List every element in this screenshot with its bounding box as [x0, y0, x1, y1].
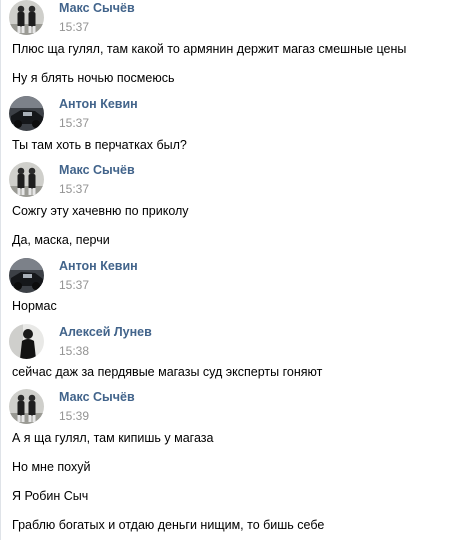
avatar[interactable]: [9, 0, 44, 35]
message-text: Граблю богатых и отдаю деньги нищим, то …: [12, 518, 325, 532]
user-photo-icon: [9, 96, 44, 131]
author-name[interactable]: Макс Сычёв: [59, 390, 135, 404]
user-photo-icon: [9, 0, 44, 35]
message-header: Макс Сычёв 15:39: [0, 389, 474, 429]
message-text: Сожгу эту хачевню по приколу: [12, 204, 189, 218]
message-text: Да, маска, перчи: [12, 233, 110, 247]
chat-history: Макс Сычёв 15:37 Плюс ща гулял, там како…: [0, 0, 474, 540]
user-photo-icon: [9, 324, 44, 359]
message-text: Ну я блять ночью посмеюсь: [12, 71, 175, 85]
user-photo-icon: [9, 389, 44, 424]
message-time[interactable]: 15:39: [59, 409, 89, 423]
author-name[interactable]: Макс Сычёв: [59, 163, 135, 177]
avatar[interactable]: [9, 162, 44, 197]
author-name[interactable]: Алексей Лунев: [59, 325, 152, 339]
author-name[interactable]: Антон Кевин: [59, 97, 138, 111]
message-time[interactable]: 15:37: [59, 116, 89, 130]
avatar[interactable]: [9, 258, 44, 293]
message-text: Ты там хоть в перчатках был?: [12, 138, 187, 152]
message-time[interactable]: 15:37: [59, 182, 89, 196]
message-time[interactable]: 15:38: [59, 344, 89, 358]
avatar[interactable]: [9, 324, 44, 359]
message-text: сейчас даж за пердявые магазы суд экспер…: [12, 365, 323, 379]
message-header: Алексей Лунев 15:38: [0, 324, 474, 364]
user-photo-icon: [9, 258, 44, 293]
avatar[interactable]: [9, 389, 44, 424]
message-header: Антон Кевин 15:37: [0, 258, 474, 298]
message-header: Макс Сычёв 15:37: [0, 0, 474, 40]
message-time[interactable]: 15:37: [59, 278, 89, 292]
message-text: Я Робин Сыч: [12, 489, 89, 503]
user-photo-icon: [9, 162, 44, 197]
avatar[interactable]: [9, 96, 44, 131]
message-text: Но мне похуй: [12, 460, 91, 474]
author-name[interactable]: Макс Сычёв: [59, 1, 135, 15]
message-text: А я ща гулял, там кипишь у магаза: [12, 431, 214, 445]
author-name[interactable]: Антон Кевин: [59, 259, 138, 273]
message-time[interactable]: 15:37: [59, 20, 89, 34]
message-text: Нормас: [12, 299, 57, 313]
message-header: Антон Кевин 15:37: [0, 96, 474, 136]
message-header: Макс Сычёв 15:37: [0, 162, 474, 202]
message-text: Плюс ща гулял, там какой то армянин держ…: [12, 42, 407, 56]
